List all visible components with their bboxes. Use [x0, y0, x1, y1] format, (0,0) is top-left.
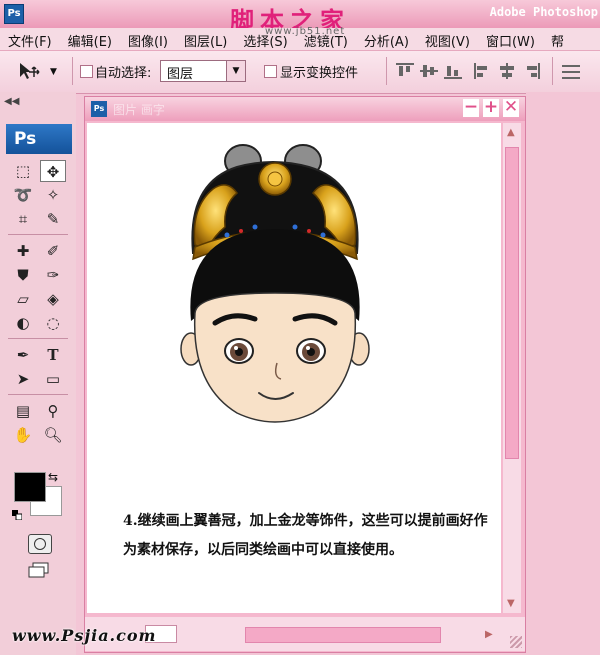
marquee-tool-icon[interactable]: ⬚: [10, 160, 36, 182]
hand-tool-icon[interactable]: ✋: [10, 424, 36, 446]
clone-stamp-tool-icon[interactable]: ⛊: [10, 264, 36, 286]
swap-colors-icon[interactable]: ⇆: [48, 470, 58, 484]
crop-tool-icon[interactable]: ⌗: [10, 208, 36, 230]
site-url: www.jb51.net: [265, 26, 346, 37]
window-controls: − + ✕: [463, 99, 519, 117]
zoom-tool-icon[interactable]: 🔍︎: [40, 424, 66, 446]
document-window: Ps 图片 画字 − + ✕ 4.继续画上翼善冠，加上金龙等饰件，这些可以提前画…: [84, 96, 526, 653]
maximize-button[interactable]: +: [483, 99, 499, 117]
eyedropper-tool-icon[interactable]: ⚲: [40, 400, 66, 422]
vertical-scrollbar[interactable]: ▲ ▼: [503, 123, 521, 613]
auto-select-checkbox[interactable]: [80, 65, 93, 78]
divider: [8, 338, 68, 339]
menu-file[interactable]: 文件(F): [0, 28, 60, 50]
align-top-edges-icon[interactable]: [396, 63, 414, 79]
document-ps-icon: Ps: [91, 101, 107, 117]
options-bar: ▼ 自动选择: 图层 ▼ 显示变换控件: [0, 50, 600, 94]
menu-layer[interactable]: 图层(L): [176, 28, 235, 50]
tools-panel: ◀◀ Ps ⬚ ✥ ➰ ✧ ⌗ ✎ ✚ ✐ ⛊ ✑ ▱ ◈ ◐ ◌ ✒ T ➤ …: [0, 92, 76, 655]
quick-mask-circle: [34, 538, 46, 550]
vertical-scroll-thumb[interactable]: [505, 147, 519, 459]
ps-badge: Ps: [6, 124, 72, 154]
path-selection-tool-icon[interactable]: ➤: [10, 368, 36, 390]
menu-window[interactable]: 窗口(W): [478, 28, 543, 50]
collapse-panel-icon[interactable]: ◀◀: [4, 96, 19, 107]
align-horizontal-centers-icon[interactable]: [498, 63, 516, 79]
align-bottom-edges-icon[interactable]: [444, 63, 462, 79]
menu-help[interactable]: 帮: [543, 28, 572, 50]
menu-analysis[interactable]: 分析(A): [356, 28, 417, 50]
magic-wand-tool-icon[interactable]: ✧: [40, 184, 66, 206]
pen-tool-icon[interactable]: ✒: [10, 344, 36, 366]
divider: [8, 234, 68, 235]
chevron-down-icon: ▼: [226, 61, 245, 81]
auto-select-label: 自动选择:: [95, 66, 152, 81]
dodge-tool-icon[interactable]: ◌: [40, 312, 66, 334]
quick-mask-icon[interactable]: [28, 534, 52, 554]
divider: [552, 57, 553, 85]
close-button[interactable]: ✕: [503, 99, 519, 117]
show-transform-label: 显示变换控件: [280, 66, 359, 81]
resize-grip-icon[interactable]: [510, 636, 522, 648]
chevron-down-icon: ▼: [50, 67, 57, 77]
blur-tool-icon[interactable]: ◐: [10, 312, 36, 334]
align-left-edges-icon[interactable]: [474, 63, 492, 79]
rectangle-tool-icon[interactable]: ▭: [40, 368, 66, 390]
layer-select-value: 图层: [167, 67, 194, 82]
lasso-tool-icon[interactable]: ➰: [10, 184, 36, 206]
move-tool-icon: [20, 63, 40, 79]
menu-edit[interactable]: 编辑(E): [60, 28, 120, 50]
scroll-up-icon[interactable]: ▲: [507, 127, 515, 138]
distribute-top-icon[interactable]: [562, 63, 580, 79]
default-colors-icon[interactable]: [12, 510, 22, 520]
scroll-right-icon[interactable]: ▶: [485, 629, 493, 640]
document-canvas[interactable]: 4.继续画上翼善冠，加上金龙等饰件，这些可以提前画好作为素材保存，以后同类绘画中…: [87, 123, 501, 613]
divider: [72, 57, 73, 85]
menu-view[interactable]: 视图(V): [417, 28, 478, 50]
scroll-down-icon[interactable]: ▼: [507, 598, 515, 609]
notes-tool-icon[interactable]: ▤: [10, 400, 36, 422]
app-name: Adobe Photoshop: [489, 5, 598, 19]
right-panel-dock: [526, 92, 600, 655]
horizontal-scroll-thumb[interactable]: [245, 627, 441, 643]
brush-tool-icon[interactable]: ✐: [40, 240, 66, 262]
divider: [8, 394, 68, 395]
history-brush-tool-icon[interactable]: ✑: [40, 264, 66, 286]
show-transform-checkbox[interactable]: [264, 65, 277, 78]
photoshop-logo-icon: Ps: [4, 4, 24, 24]
align-right-edges-icon[interactable]: [522, 63, 540, 79]
tool-preset-picker[interactable]: ▼: [16, 61, 60, 81]
document-titlebar[interactable]: Ps 图片 画字 − + ✕: [85, 97, 525, 121]
eraser-tool-icon[interactable]: ▱: [10, 288, 36, 310]
foreground-color-swatch[interactable]: [14, 472, 46, 502]
type-tool-icon[interactable]: T: [40, 344, 66, 366]
paint-bucket-tool-icon[interactable]: ◈: [40, 288, 66, 310]
minimize-button[interactable]: −: [463, 99, 479, 117]
slice-tool-icon[interactable]: ✎: [40, 208, 66, 230]
divider: [386, 57, 387, 85]
document-title: 图片 画字: [113, 103, 165, 117]
menu-image[interactable]: 图像(I): [120, 28, 176, 50]
auto-select-target-select[interactable]: 图层 ▼: [160, 60, 246, 82]
tutorial-caption: 4.继续画上翼善冠，加上金龙等饰件，这些可以提前画好作为素材保存，以后同类绘画中…: [123, 513, 488, 558]
align-vertical-centers-icon[interactable]: [420, 63, 438, 79]
screen-mode-icon[interactable]: [28, 562, 50, 578]
app-titlebar: Ps 脚本之家 Adobe Photoshop: [0, 0, 600, 35]
watermark: www.Psjia.com: [12, 626, 157, 645]
move-tool-icon[interactable]: ✥: [40, 160, 66, 182]
healing-brush-tool-icon[interactable]: ✚: [10, 240, 36, 262]
cartoon-prince-illustration: [180, 144, 370, 423]
